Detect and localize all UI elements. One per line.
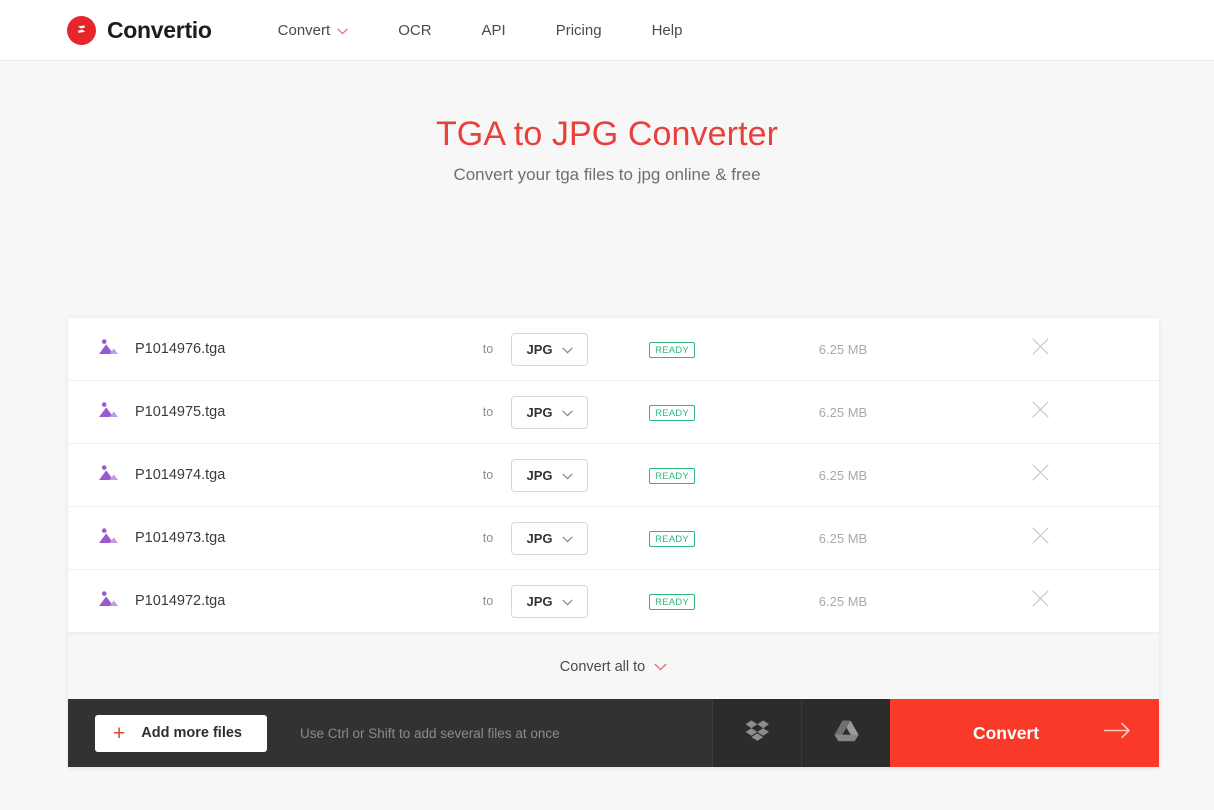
convert-all-to-label: Convert all to: [559, 658, 646, 675]
brand-name: Convertio: [107, 16, 212, 43]
format-select[interactable]: JPG: [511, 332, 588, 366]
status-cell: READY: [588, 403, 756, 421]
arrow-right-icon: [1104, 722, 1131, 744]
image-file-icon: [97, 526, 123, 551]
file-list-card: P1014976.tga to JPG READY 6.25 MB P10149…: [68, 318, 1159, 767]
file-size: 6.25 MB: [818, 530, 868, 546]
format-select-value: JPG: [526, 467, 553, 483]
site-header: Convertio Convert OCR API Pricing Help: [0, 0, 1214, 61]
to-label: to: [482, 594, 494, 608]
to-label: to: [482, 468, 494, 482]
file-size: 6.25 MB: [818, 467, 868, 483]
page-hero: TGA to JPG Converter Convert your tga fi…: [0, 61, 1214, 185]
nav-item-help[interactable]: Help: [627, 22, 708, 39]
remove-cell: [930, 463, 1159, 487]
remove-cell: [930, 526, 1159, 550]
format-select[interactable]: JPG: [511, 395, 588, 429]
add-more-files-button[interactable]: + Add more files: [95, 714, 267, 752]
nav-item-pricing[interactable]: Pricing: [531, 22, 627, 39]
dropbox-icon: [745, 719, 770, 747]
convertio-logo-icon: [67, 15, 96, 45]
google-drive-button[interactable]: [801, 699, 890, 767]
image-file-icon: [97, 337, 123, 362]
add-files-hint: Use Ctrl or Shift to add several files a…: [299, 725, 560, 741]
close-icon[interactable]: [1031, 589, 1050, 613]
close-icon[interactable]: [1031, 463, 1050, 487]
image-file-icon: [97, 400, 123, 425]
close-icon[interactable]: [1031, 337, 1050, 361]
file-name: P1014972.tga: [135, 593, 226, 609]
file-name: P1014976.tga: [135, 341, 226, 357]
nav-item-label: API: [481, 21, 506, 39]
page-subtitle: Convert your tga files to jpg online & f…: [453, 165, 761, 184]
close-icon[interactable]: [1031, 400, 1050, 424]
convert-button-label: Convert: [972, 722, 1040, 743]
file-size: 6.25 MB: [818, 404, 868, 420]
remove-cell: [930, 337, 1159, 361]
google-drive-icon: [833, 720, 859, 747]
format-select[interactable]: JPG: [511, 584, 588, 618]
brand-logo[interactable]: Convertio: [67, 15, 212, 45]
file-name: P1014973.tga: [135, 530, 226, 546]
file-name: P1014975.tga: [135, 404, 226, 420]
nav-item-label: Help: [651, 21, 683, 39]
add-more-files-label: Add more files: [141, 725, 242, 741]
nav-item-label: Pricing: [555, 21, 602, 39]
main-nav: Convert OCR API Pricing Help: [278, 22, 708, 39]
table-row: P1014974.tga to JPG READY 6.25 MB: [68, 444, 1159, 507]
close-icon[interactable]: [1031, 526, 1050, 550]
status-badge: READY: [649, 468, 695, 484]
table-row: P1014976.tga to JPG READY 6.25 MB: [68, 318, 1159, 381]
table-row: P1014973.tga to JPG READY 6.25 MB: [68, 507, 1159, 570]
action-bar: + Add more files Use Ctrl or Shift to ad…: [68, 699, 1159, 767]
status-badge: READY: [649, 594, 695, 610]
status-badge: READY: [649, 405, 695, 421]
table-row: P1014975.tga to JPG READY 6.25 MB: [68, 381, 1159, 444]
remove-cell: [930, 589, 1159, 613]
table-row: P1014972.tga to JPG READY 6.25 MB: [68, 570, 1159, 633]
status-cell: READY: [588, 466, 756, 484]
nav-item-api[interactable]: API: [457, 22, 531, 39]
nav-item-label: Convert: [277, 21, 331, 39]
chevron-down-icon: [561, 468, 573, 483]
status-cell: READY: [588, 592, 756, 610]
chevron-down-icon: [561, 594, 573, 609]
to-label: to: [482, 531, 494, 545]
format-select-value: JPG: [526, 341, 553, 357]
add-files-zone: + Add more files Use Ctrl or Shift to ad…: [68, 699, 712, 767]
chevron-down-icon: [654, 659, 667, 675]
file-size: 6.25 MB: [818, 341, 868, 357]
status-cell: READY: [588, 340, 756, 358]
image-file-icon: [97, 589, 123, 614]
chevron-down-icon: [561, 405, 573, 420]
nav-item-ocr[interactable]: OCR: [373, 22, 456, 39]
status-cell: READY: [588, 529, 756, 547]
format-select[interactable]: JPG: [511, 521, 588, 555]
image-file-icon: [97, 463, 123, 488]
to-label: to: [482, 405, 494, 419]
status-badge: READY: [649, 531, 695, 547]
nav-item-label: OCR: [398, 21, 432, 39]
format-select-value: JPG: [526, 530, 553, 546]
file-name: P1014974.tga: [135, 467, 226, 483]
convert-all-to-button[interactable]: Convert all to: [68, 633, 1159, 699]
status-badge: READY: [649, 342, 695, 358]
page-title: TGA to JPG Converter: [435, 115, 779, 153]
chevron-down-icon: [561, 342, 573, 357]
convert-button[interactable]: Convert: [890, 699, 1159, 767]
format-select-value: JPG: [526, 404, 553, 420]
format-select[interactable]: JPG: [511, 458, 588, 492]
format-select-value: JPG: [526, 593, 553, 609]
dropbox-button[interactable]: [712, 699, 801, 767]
nav-item-convert[interactable]: Convert: [278, 22, 374, 39]
file-size: 6.25 MB: [818, 593, 868, 609]
plus-icon: +: [113, 721, 126, 745]
remove-cell: [930, 400, 1159, 424]
to-label: to: [482, 342, 494, 356]
chevron-down-icon: [337, 22, 348, 39]
chevron-down-icon: [561, 531, 573, 546]
